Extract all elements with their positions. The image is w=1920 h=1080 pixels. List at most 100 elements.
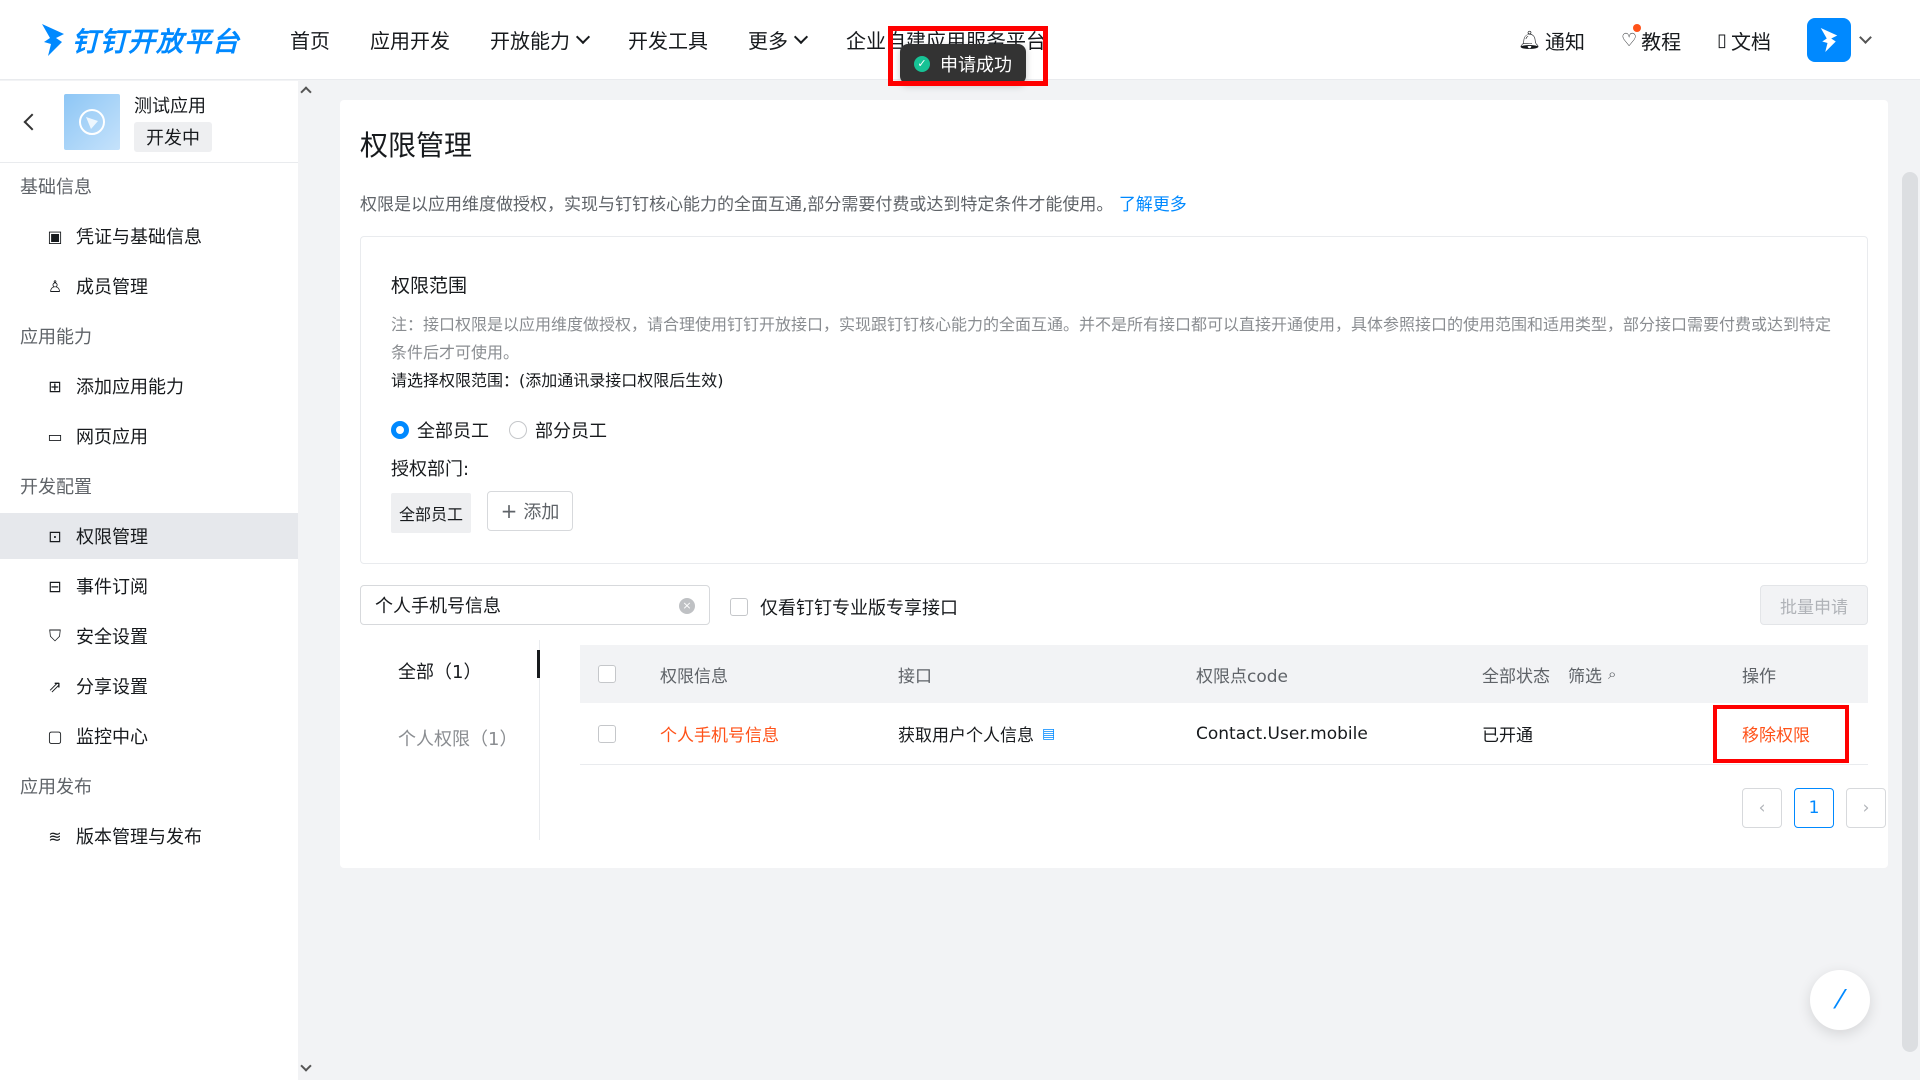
logo-text: 钉钉开放平台 bbox=[72, 27, 240, 58]
assistant-fab[interactable]: ⁄ bbox=[1810, 970, 1870, 1030]
permission-info-link[interactable]: 个人手机号信息 bbox=[660, 721, 898, 746]
sidebar-item-members[interactable]: ♙ 成员管理 bbox=[0, 263, 298, 309]
clear-icon[interactable]: × bbox=[679, 598, 695, 614]
category-personal[interactable]: 个人权限（1） bbox=[398, 725, 517, 751]
radio-part-employees[interactable] bbox=[509, 421, 527, 439]
status-cell: 已开通 bbox=[1482, 726, 1533, 746]
sidebar-item-permissions[interactable]: ⊡ 权限管理 bbox=[0, 513, 298, 559]
scope-title: 权限范围 bbox=[391, 275, 468, 297]
avatar[interactable] bbox=[1807, 18, 1851, 62]
header-checkbox-cell bbox=[580, 665, 660, 683]
pagination: ‹ 1 › bbox=[1730, 788, 1886, 828]
section-title-dev-config: 开发配置 bbox=[20, 477, 92, 498]
permission-table: 权限信息 接口 权限点code 全部状态 筛选 ⌕ 操作 个人手机号信息 获取用… bbox=[580, 645, 1868, 765]
share-icon: ⇗ bbox=[48, 676, 62, 696]
table-header: 权限信息 接口 权限点code 全部状态 筛选 ⌕ 操作 bbox=[580, 645, 1868, 703]
sidebar-item-monitor[interactable]: ▢ 监控中心 bbox=[0, 713, 298, 759]
layers-icon: ≋ bbox=[48, 826, 62, 846]
page-number-button[interactable]: 1 bbox=[1794, 788, 1834, 828]
logo[interactable]: 钉钉开放平台 bbox=[38, 20, 258, 60]
back-arrow-icon[interactable] bbox=[23, 113, 41, 130]
nav-home-label: 首页 bbox=[290, 29, 330, 53]
sidebar-item-label: 版本管理与发布 bbox=[76, 827, 202, 848]
row-checkbox[interactable] bbox=[598, 724, 616, 743]
category-all[interactable]: 全部（1） bbox=[398, 658, 481, 684]
sidebar-item-versions[interactable]: ≋ 版本管理与发布 bbox=[0, 813, 298, 859]
plus-icon: + bbox=[500, 499, 518, 523]
learn-more-link[interactable]: 了解更多 bbox=[1119, 195, 1187, 215]
chevron-down-icon bbox=[793, 29, 809, 44]
nav-home[interactable]: 首页 bbox=[290, 25, 330, 54]
search-input[interactable]: 个人手机号信息 × bbox=[360, 585, 710, 625]
sidebar-item-label: 凭证与基础信息 bbox=[76, 227, 202, 248]
dept-tag: 全部员工 bbox=[391, 493, 471, 533]
app-logo-icon bbox=[79, 108, 105, 135]
scope-choose-label: 请选择权限范围：(添加通讯录接口权限后生效) bbox=[391, 371, 724, 390]
header-api: 接口 bbox=[898, 666, 932, 687]
nav-dev-tools[interactable]: 开发工具 bbox=[628, 25, 708, 54]
dingtalk-logo-icon bbox=[42, 23, 64, 56]
monitor-icon: ▢ bbox=[47, 726, 63, 746]
radio-part-label[interactable]: 部分员工 bbox=[535, 417, 607, 443]
header-right: 🔔︎ 通知 ♡ 教程 ▯ 文档 bbox=[1518, 0, 1920, 80]
radio-all-label[interactable]: 全部员工 bbox=[417, 417, 489, 443]
select-all-checkbox[interactable] bbox=[598, 665, 616, 683]
remove-highlight-box bbox=[1713, 705, 1849, 763]
only-pro-checkbox[interactable] bbox=[730, 598, 748, 616]
radio-all-employees[interactable] bbox=[391, 421, 409, 439]
filter-label[interactable]: 筛选 bbox=[1568, 662, 1602, 687]
row-checkbox-cell bbox=[580, 724, 660, 743]
nav-dev-tools-label: 开发工具 bbox=[628, 29, 708, 53]
status-filter-dropdown[interactable]: 全部状态 bbox=[1482, 662, 1550, 687]
sidebar-item-share[interactable]: ⇗ 分享设置 bbox=[0, 663, 298, 709]
prev-page-button[interactable]: ‹ bbox=[1742, 788, 1782, 828]
scope-radio-group: 全部员工 部分员工 bbox=[391, 417, 627, 443]
nav-app-dev-label: 应用开发 bbox=[370, 29, 450, 53]
tutorial-link[interactable]: ♡ 教程 bbox=[1620, 23, 1681, 55]
sidebar-item-webpage[interactable]: ▭ 网页应用 bbox=[0, 413, 298, 459]
notify-link[interactable]: 🔔︎ 通知 bbox=[1518, 26, 1585, 55]
main-card: 权限管理 权限是以应用维度做授权，实现与钉钉核心能力的全面互通,部分需要付费或达… bbox=[340, 100, 1888, 868]
section-title-basic: 基础信息 bbox=[20, 177, 92, 198]
sidebar-item-add-capability[interactable]: ⊞ 添加应用能力 bbox=[0, 363, 298, 409]
sidebar: 测试应用 开发中 基础信息 ▣ 凭证与基础信息 ♙ 成员管理 应用能力 ⊞ 添加应用能… bbox=[0, 81, 298, 1080]
table-row: 个人手机号信息 获取用户个人信息 ▤ Contact.User.mobile 已… bbox=[580, 703, 1868, 765]
docs-label: 文档 bbox=[1731, 29, 1771, 54]
sidebar-scrollbar[interactable] bbox=[298, 81, 310, 1080]
next-page-button[interactable]: › bbox=[1846, 788, 1886, 828]
webpage-icon: ▭ bbox=[47, 426, 63, 446]
sidebar-item-credentials[interactable]: ▣ 凭证与基础信息 bbox=[0, 213, 298, 259]
search-value: 个人手机号信息 bbox=[375, 596, 501, 617]
sidebar-item-events[interactable]: ⊟ 事件订阅 bbox=[0, 563, 298, 609]
active-indicator bbox=[537, 650, 540, 678]
sidebar-item-label: 成员管理 bbox=[76, 277, 148, 298]
nav-app-dev[interactable]: 应用开发 bbox=[370, 25, 450, 54]
nav-more[interactable]: 更多 bbox=[748, 25, 809, 54]
document-icon[interactable]: ▤ bbox=[1042, 726, 1055, 742]
chevron-down-icon[interactable] bbox=[1859, 31, 1872, 44]
sidebar-item-security[interactable]: ⛉ 安全设置 bbox=[0, 613, 298, 659]
page-scrollbar-thumb[interactable] bbox=[1902, 172, 1918, 1052]
sidebar-item-label: 监控中心 bbox=[76, 727, 148, 748]
only-pro-filter[interactable]: 仅看钉钉专业版专享接口 bbox=[730, 594, 958, 620]
nav-open-capability-label: 开放能力 bbox=[490, 29, 570, 53]
bulb-icon: ♡ bbox=[1620, 29, 1638, 51]
user-icon: ♙ bbox=[47, 276, 63, 296]
app-info: 测试应用 开发中 bbox=[134, 92, 212, 152]
header-code: 权限点code bbox=[1196, 666, 1288, 687]
magic-wand-icon: ⁄ bbox=[1837, 985, 1843, 1015]
apps-icon: ⊞ bbox=[48, 376, 62, 396]
bell-icon: 🔔︎ bbox=[1518, 29, 1541, 51]
search-icon[interactable]: ⌕ bbox=[1608, 665, 1616, 683]
batch-apply-button[interactable]: 批量申请 bbox=[1760, 585, 1868, 625]
app-name: 测试应用 bbox=[134, 95, 206, 117]
nav-open-capability[interactable]: 开放能力 bbox=[490, 25, 591, 54]
credential-icon: ▣ bbox=[47, 226, 63, 246]
header-op: 操作 bbox=[1742, 666, 1776, 687]
add-dept-button[interactable]: + 添加 bbox=[487, 491, 573, 531]
docs-link[interactable]: ▯ 文档 bbox=[1717, 26, 1771, 55]
section-title-publish: 应用发布 bbox=[20, 777, 92, 798]
dingtalk-avatar-icon bbox=[1820, 28, 1838, 52]
app-icon bbox=[64, 93, 120, 150]
section-title-capability: 应用能力 bbox=[20, 327, 92, 348]
